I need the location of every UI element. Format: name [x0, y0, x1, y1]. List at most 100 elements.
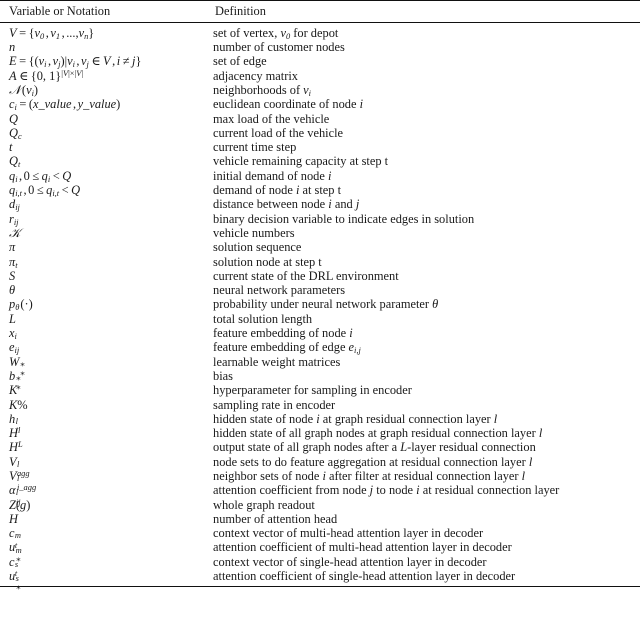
table-row: u m ∗ attention coefficient of multi-head … [0, 540, 640, 564]
table-row: Z(g) whole graph readout [0, 498, 640, 512]
definition-cell-n: number of customer nodes [213, 40, 345, 55]
table-row: 𝒩 (vi) neighborhoods of vi [0, 81, 640, 99]
notation-cell-K-script: 𝒦 [9, 224, 21, 240]
notation-cell-Hl: Hl [9, 425, 21, 441]
notation-cell-HL: HL [9, 439, 23, 455]
table-row: π solution sequence [0, 240, 640, 254]
definition-cell-Vagg: node sets to do feature aggregation at r… [213, 454, 533, 469]
definition-cell-pi: solution sequence [213, 240, 302, 255]
notation-cell-qi: qi, 0 ≤ qi < Q [9, 168, 72, 184]
table-row: xi feature embedding of node i [0, 326, 640, 340]
table-row: Vl i_agg neighbor sets of node i after fi… [0, 469, 640, 493]
table-row: cmt context vector of multi-head attenti… [0, 526, 640, 549]
table-row: Vl agg node sets to do feature aggregatio… [0, 454, 640, 479]
table-row: b ∗ ∗ bias [0, 368, 640, 393]
definition-cell-pit: solution node at step t [213, 254, 322, 269]
definition-cell-alpha: attention coefficient from node j to nod… [213, 483, 560, 498]
definition-cell-ptheta: probability under neural network paramet… [213, 297, 439, 312]
definition-cell-K: hyperparameter for sampling in encoder [213, 383, 412, 398]
definition-cell-Zg: whole graph readout [213, 497, 315, 512]
notation-cell-cts: cst [9, 554, 19, 579]
definition-cell-Kpercent: sampling rate in encoder [213, 397, 336, 412]
table-row: Qt vehicle remaining capacity at step t [0, 154, 640, 168]
definition-cell-um: attention coefficient of multi-head atte… [213, 540, 512, 555]
definition-cell-A: adjacency matrix [213, 68, 298, 83]
definition-cell-xi: feature embedding of node i [213, 326, 353, 341]
notation-cell-H: H [9, 511, 18, 526]
definition-cell-hil: hidden state of node i at graph residual… [213, 411, 498, 426]
table-row: hli hidden state of node i at graph resi… [0, 411, 640, 435]
definition-cell-Qc: current load of the vehicle [213, 125, 344, 140]
notation-cell-V: V = {v0, v1, ...,vn} [9, 25, 95, 41]
definition-cell-S: current state of the DRL environment [213, 268, 399, 283]
notation-cell-E: E = {(vi, vj)|vi, vj ∈ V, i ≠ j} [9, 54, 142, 70]
notation-cell-Viagg: Vl i_agg [9, 469, 37, 493]
definition-cell-K-script: vehicle numbers [213, 225, 295, 240]
notation-cell-Zg: Z(g) [9, 497, 31, 512]
table-row: L total solution length [0, 312, 640, 326]
notation-cell-qit: qi,t, 0 ≤ qi,t < Q [9, 183, 81, 199]
definition-cell-HL: output state of all graph nodes after a … [213, 440, 536, 455]
notation-cell-um: u m ∗ [9, 540, 22, 564]
notation-table: Variable or Notation Definition V = {v0, v1… [0, 0, 640, 592]
definition-cell-eij: feature embedding of edge ei,j [213, 340, 361, 356]
definition-cell-qit: demand of node i at step t [213, 183, 342, 198]
table-row: eij feature embedding of edge ei,j [0, 340, 640, 354]
notation-cell-Qt: Qt [9, 154, 21, 170]
table-row: dij distance between node i and j [0, 197, 640, 211]
notation-cell-Kpercent: K% [9, 397, 28, 412]
table-row: cst context vector of single-head attent… [0, 554, 640, 579]
definition-cell-rij: binary decision variable to indicate edg… [213, 211, 475, 226]
header-definition: Definition [215, 4, 266, 18]
notation-cell-dij: dij [9, 197, 20, 213]
table-row: qi, 0 ≤ qi < Q initial demand of node i [0, 169, 640, 183]
table-row: A ∈ {0, 1}|V|×|V| adjacency matrix [0, 67, 640, 83]
definition-cell-qi: initial demand of node i [213, 168, 332, 183]
table-row: W ∗ ∗ learnable weight matrices [0, 354, 640, 378]
notation-cell-K: K [9, 383, 18, 398]
header-row: Variable or Notation Definition [0, 1, 640, 23]
notation-cell-Q: Q [9, 111, 18, 126]
table-row: rij binary decision variable to indicate… [0, 212, 640, 226]
definition-cell-W: learnable weight matrices [213, 354, 341, 369]
bottom-rule [0, 586, 640, 588]
table-row: t current time step [0, 140, 640, 154]
table-row: K% sampling rate in encoder [0, 398, 640, 412]
table-row: Hl hidden state of all graph nodes at gr… [0, 426, 640, 440]
definition-cell-us: attention coefficient of single-head att… [213, 569, 516, 584]
table-row: pθ (·) probability under neural network … [0, 297, 640, 311]
notation-cell-t: t [9, 140, 13, 155]
definition-cell-cts: context vector of single-head attention … [213, 554, 487, 569]
table-row: V = {v0, v1, ...,vn} set of vertex, v0 for d… [0, 23, 640, 40]
notation-cell-n: n [9, 40, 16, 55]
table-header: Variable or Notation Definition [0, 0, 640, 24]
definition-cell-ctm: context vector of multi-head attention l… [213, 526, 484, 541]
definition-cell-Q: max load of the vehicle [213, 111, 330, 126]
table-row: α l ij attention coefficient from node j t… [0, 483, 640, 506]
notation-cell-theta: θ [9, 283, 16, 298]
definition-cell-Hl: hidden state of all graph nodes at graph… [213, 426, 543, 441]
table-row: E = {(vi, vj)|vi, vj ∈ V, i ≠ j} set of edge [0, 54, 640, 68]
table-row: K hyperparameter for sampling in encoder [0, 383, 640, 397]
table-row: u s ∗ attention coefficient of single-head… [0, 569, 640, 592]
definition-cell-c: euclidean coordinate of node i [213, 97, 364, 112]
table-row: Q max load of the vehicle [0, 112, 640, 126]
notation-cell-c: ci = (x_value, y_value) [9, 97, 121, 113]
notation-cell-neighborhood: 𝒩 (vi) [9, 81, 39, 99]
definition-cell-theta: neural network parameters [213, 283, 346, 298]
notation-cell-A: A ∈ {0, 1}|V|×|V| [9, 67, 84, 83]
notation-cell-b: b ∗ ∗ [9, 368, 22, 393]
notation-cell-L: L [9, 311, 16, 326]
table-row: πt solution node at step t [0, 255, 640, 269]
table-row: 𝒦 vehicle numbers [0, 224, 640, 240]
definition-cell-E: set of edge [213, 54, 267, 69]
table-row: H number of attention head [0, 512, 640, 526]
header-notation: Variable or Notation [9, 4, 111, 18]
definition-cell-V: set of vertex, v0 for depot [213, 25, 339, 41]
definition-cell-t: current time step [213, 140, 297, 155]
definition-cell-H: number of attention head [213, 511, 338, 526]
table-row: Qc current load of the vehicle [0, 126, 640, 140]
notation-cell-Vagg: Vl agg [9, 454, 30, 479]
table-row: S current state of the DRL environment [0, 269, 640, 283]
table-row: θ neural network parameters [0, 283, 640, 297]
